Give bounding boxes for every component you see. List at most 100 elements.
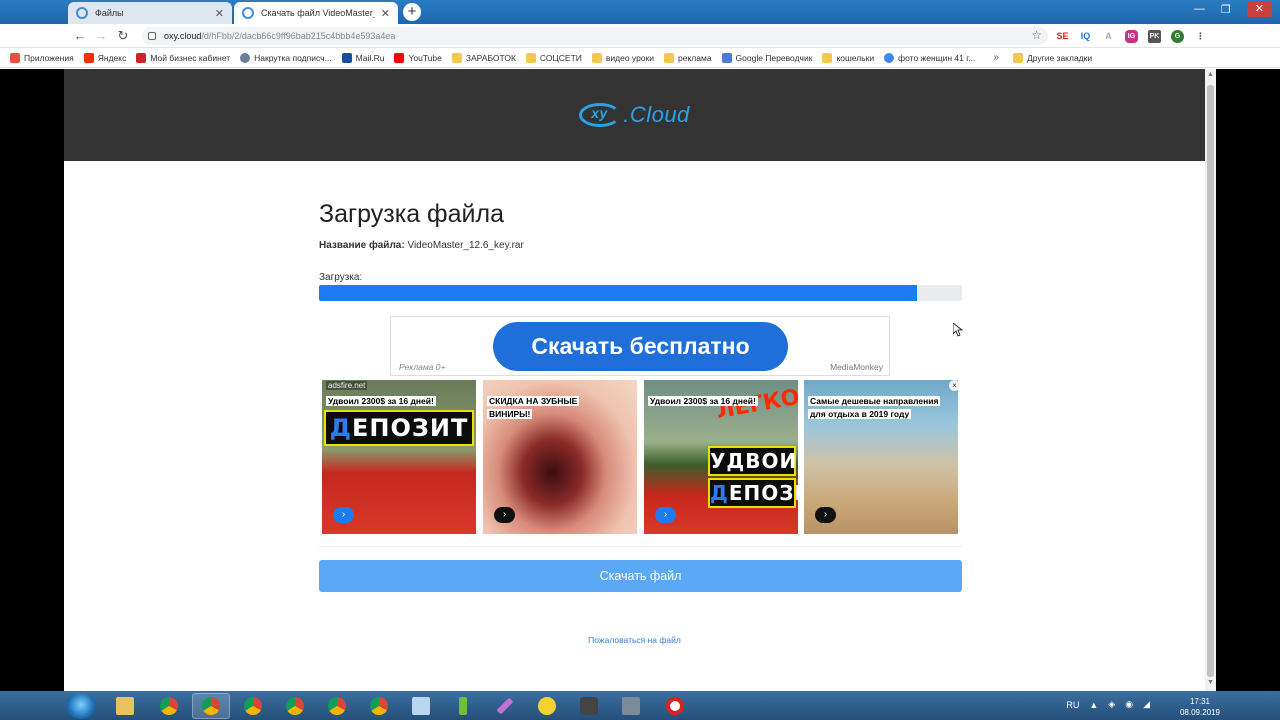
bookmark-yandex[interactable]: Яндекс (83, 52, 126, 63)
tray-arrow-icon[interactable]: ▲ (1089, 700, 1098, 710)
close-ads-icon[interactable]: × (949, 380, 960, 391)
network-icon[interactable]: ◉ (1125, 699, 1133, 710)
taskbar-opera[interactable] (656, 693, 694, 719)
taskbar-chrome-4[interactable] (276, 693, 314, 719)
new-tab-button[interactable]: + (403, 3, 421, 21)
taskbar-clock[interactable]: 17:31 08.09.2019 (1178, 696, 1222, 718)
close-tab-icon[interactable]: ✕ (215, 7, 224, 20)
minimize-icon[interactable]: — (1194, 3, 1205, 15)
google-icon (884, 52, 895, 63)
bookmarks-overflow-icon[interactable]: » (993, 52, 999, 63)
taskbar-app-pen[interactable] (486, 693, 524, 719)
oxy-cloud-logo[interactable]: xy .Cloud (579, 100, 690, 130)
forward-icon[interactable]: → (93, 28, 109, 44)
download-file-button[interactable]: Скачать файл (319, 560, 962, 592)
bookmark-apps[interactable]: Приложения (10, 52, 74, 63)
scrollbar-thumb[interactable] (1207, 85, 1214, 677)
bookmark-other[interactable]: Другие закладки (1012, 52, 1093, 63)
volume-icon[interactable]: ◢ (1143, 699, 1150, 710)
ad-tile-veneers[interactable]: СКИДКА НА ЗУБНЫЕ ВИНИРЫ! › (483, 380, 637, 534)
chevron-right-icon[interactable]: › (333, 507, 354, 523)
game-icon (580, 697, 598, 715)
bookmark-folder-reklama[interactable]: реклама (664, 52, 712, 63)
taskbar-app-minion[interactable] (528, 693, 566, 719)
chevron-right-icon[interactable]: › (815, 507, 836, 523)
clock-date: 08.09.2019 (1179, 708, 1221, 717)
tab-download-file[interactable]: Скачать файл VideoMaster_12.6 ✕ (234, 2, 398, 24)
page-title: Загрузка файла (319, 200, 504, 228)
bookmark-folder-socseti[interactable]: СОЦСЕТИ (525, 52, 582, 63)
bookmark-mailru[interactable]: Mail.Ru (341, 52, 384, 63)
close-tab-icon[interactable]: ✕ (381, 7, 390, 20)
ad-tile-double[interactable]: ЛЕГКО УДВОИЛ ДЕПОЗИТ Удвоил 2300$ за 16 … (644, 380, 798, 534)
folder-icon (116, 697, 134, 715)
language-indicator[interactable]: RU (1066, 700, 1079, 710)
chevron-right-icon[interactable]: › (494, 507, 515, 523)
ad-big-word-2: ДЕПОЗИТ (708, 478, 798, 508)
logo-text: .Cloud (623, 102, 690, 127)
back-icon[interactable]: ← (72, 28, 88, 44)
ad-caption-text: Удвоил 2300$ за 16 дней! (648, 396, 758, 406)
page-scrollbar[interactable]: ▲ ▼ (1205, 69, 1216, 691)
bookmark-label: фото женщин 41 г... (898, 52, 976, 63)
taskbar-chrome-5[interactable] (318, 693, 356, 719)
extension-se-icon[interactable]: SE (1056, 30, 1069, 43)
taskbar-chrome-6[interactable] (360, 693, 398, 719)
tab-files[interactable]: Файлы ✕ (68, 2, 232, 24)
ad-banner[interactable]: Скачать бесплатно Реклама 0+ MediaMonkey (390, 316, 890, 376)
bookmark-label: Другие закладки (1026, 52, 1093, 63)
shield-icon[interactable]: ◈ (1108, 699, 1115, 710)
extension-instagram-icon[interactable]: IG (1125, 30, 1138, 43)
bookmark-star-icon[interactable]: ☆ (1031, 28, 1042, 42)
ad-tile-deposit[interactable]: ДЕПОЗИТ Удвоил 2300$ за 16 дней! › (322, 380, 476, 534)
chevron-right-icon[interactable]: › (655, 507, 676, 523)
bookmark-nakrutka[interactable]: Накрутка подписч... (240, 52, 332, 63)
scroll-down-icon[interactable]: ▼ (1205, 679, 1216, 691)
folder-icon (664, 52, 675, 63)
bookmark-folder-zarabotok[interactable]: ЗАРАБОТОК (451, 52, 516, 63)
window-close-icon[interactable]: ✕ (1246, 1, 1272, 17)
oxy-cloud-favicon-icon (242, 7, 254, 19)
download-panel: Загрузка файла Название файла: VideoMast… (319, 200, 962, 301)
bookmark-folder-video[interactable]: видео уроки (591, 52, 655, 63)
system-tray: RU ▲ ◈ ◉ ◢ (1066, 699, 1150, 710)
window-icon (412, 697, 430, 715)
extension-translate-icon[interactable]: A (1102, 30, 1115, 43)
taskbar-chrome-1[interactable] (150, 693, 188, 719)
ad-network-label[interactable]: adsfire.net (326, 381, 368, 390)
taskbar-app-green[interactable] (444, 693, 482, 719)
bookmark-business[interactable]: Мой бизнес кабинет (136, 52, 230, 63)
bookmark-label: видео уроки (605, 52, 655, 63)
ad-label: Реклама 0+ (399, 362, 446, 372)
chrome-icon (160, 697, 178, 715)
extension-iq-icon[interactable]: IQ (1079, 30, 1092, 43)
taskbar-app-window[interactable] (402, 693, 440, 719)
address-bar[interactable]: oxy.cloud/d/hFbb/2/dacb66c9ff96bab215c4b… (142, 27, 1048, 45)
bookmark-google-search[interactable]: фото женщин 41 г... (884, 52, 976, 63)
start-button[interactable] (66, 693, 96, 719)
ad-download-free-button[interactable]: Скачать бесплатно (493, 322, 788, 371)
maximize-icon[interactable]: ❐ (1221, 3, 1231, 16)
ad-caption: Самые дешевые направления для отдыха в 2… (808, 395, 944, 421)
extension-puzzle-icon[interactable]: PK (1148, 30, 1161, 43)
file-name-label: Название файла: (319, 240, 405, 251)
browser-toolbar: ← → ↻ oxy.cloud/d/hFbb/2/dacb66c9ff96bab… (0, 24, 1280, 48)
bookmark-label: ЗАРАБОТОК (465, 52, 516, 63)
bookmark-label: СОЦСЕТИ (539, 52, 582, 63)
bookmark-youtube[interactable]: YouTube (394, 52, 442, 63)
taskbar-chrome-3[interactable] (234, 693, 272, 719)
taskbar-app-tanks[interactable] (570, 693, 608, 719)
profile-avatar[interactable]: G (1171, 30, 1184, 43)
ad-brand[interactable]: MediaMonkey (830, 362, 883, 372)
menu-dots-icon[interactable]: ⋮ (1194, 30, 1207, 43)
reload-icon[interactable]: ↻ (115, 28, 131, 44)
taskbar-app-monitor[interactable] (612, 693, 650, 719)
download-progress-fill (319, 285, 917, 301)
taskbar-explorer[interactable] (106, 693, 144, 719)
ad-tile-travel[interactable]: Самые дешевые направления для отдыха в 2… (804, 380, 958, 534)
report-file-link-text[interactable]: Пожаловаться на файл (588, 635, 681, 645)
scroll-up-icon[interactable]: ▲ (1205, 71, 1216, 83)
taskbar-chrome-2[interactable] (192, 693, 230, 719)
bookmark-folder-koshelki[interactable]: кошельки (822, 52, 874, 63)
bookmark-google-translate[interactable]: Google Переводчик (721, 52, 812, 63)
